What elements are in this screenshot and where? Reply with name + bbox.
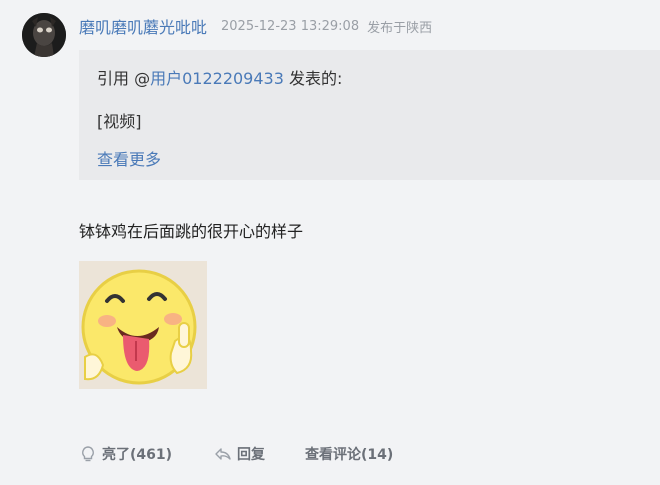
emoji-sticker-image[interactable] <box>79 261 207 389</box>
grinning-face-sticker-icon <box>79 261 207 389</box>
username-link[interactable]: 磨叽磨叽蘑光吡吡 <box>79 14 207 38</box>
quoted-user-link[interactable]: 用户0122209433 <box>150 69 284 88</box>
quote-block: 引用 @用户0122209433 发表的: [视频] 查看更多 <box>79 50 660 180</box>
post-location: 发布于陕西 <box>367 20 433 36</box>
quote-header: 引用 @用户0122209433 发表的: <box>97 65 342 89</box>
comments-count-label: 查看评论(14) <box>305 447 394 463</box>
like-button[interactable]: 亮了(461) <box>79 444 172 464</box>
post-timestamp: 2025-12-23 13:29:08 <box>221 18 360 34</box>
reply-label: 回复 <box>237 447 266 463</box>
reply-button[interactable]: 回复 <box>214 444 265 464</box>
quote-video-placeholder: [视频] <box>97 112 142 131</box>
like-count-label: 亮了(461) <box>102 447 173 463</box>
reply-arrow-icon <box>215 448 231 460</box>
lightbulb-icon <box>82 446 94 462</box>
post-text: 钵钵鸡在后面跳的很开心的样子 <box>79 222 304 241</box>
quote-suffix: 发表的: <box>283 69 343 88</box>
post-header: 磨叽磨叽蘑光吡吡 2025-12-23 13:29:08 发布于陕西 <box>79 14 440 38</box>
view-comments-button[interactable]: 查看评论(14) <box>305 444 393 464</box>
avatar[interactable] <box>22 13 66 57</box>
quote-prefix: 引用 @ <box>97 69 151 88</box>
view-more-link[interactable]: 查看更多 <box>97 146 161 170</box>
avatar-image <box>22 13 66 57</box>
post-actions: 亮了(461) 回复 查看评论(14) <box>79 442 393 466</box>
